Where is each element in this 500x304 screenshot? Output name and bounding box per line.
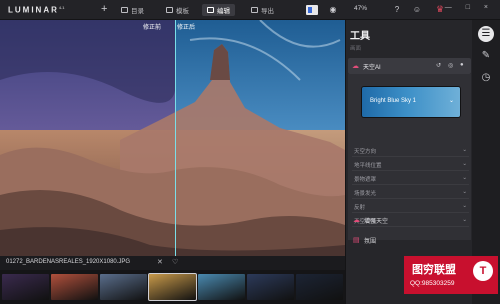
filmstrip-thumbnail[interactable] xyxy=(100,274,147,300)
watermark-banner: 图穷联盟 QQ:985303259 T xyxy=(404,256,498,294)
row-label: 反射 xyxy=(354,205,366,211)
sky-ai-tool-header[interactable]: ☁ 天空AI ↺ ◎ ● xyxy=(348,58,471,74)
edit-tab[interactable]: 编辑 xyxy=(202,4,235,16)
reject-icon[interactable]: ✕ xyxy=(157,258,163,266)
add-photos-button[interactable]: + xyxy=(101,3,107,15)
catalog-label: 目录 xyxy=(131,8,144,15)
sky-selection-dropdown[interactable]: Bright Blue Sky 1 ⌄ xyxy=(362,87,460,117)
help-icon[interactable]: ? xyxy=(392,5,402,15)
export-label: 导出 xyxy=(261,8,274,15)
before-after-divider[interactable] xyxy=(175,20,176,256)
filmstrip-thumbnail[interactable] xyxy=(198,274,245,300)
chevron-down-icon: ⌄ xyxy=(462,161,467,167)
panel-subtitle: 画面 xyxy=(350,46,362,52)
templates-button[interactable]: 模板 xyxy=(161,4,194,16)
history-icon[interactable]: ◷ xyxy=(478,70,494,86)
row-label: 场景发光 xyxy=(354,191,377,197)
filmstrip-thumbnail[interactable] xyxy=(51,274,98,300)
sliders-icon[interactable]: ☰ xyxy=(478,26,494,42)
panel-title: 工具 xyxy=(350,31,370,42)
brush-icon[interactable]: ✎ xyxy=(478,48,494,64)
tool-item-label: 增强天空 xyxy=(364,219,389,225)
catalog-icon xyxy=(121,7,128,13)
tool-item[interactable]: ☁ 增强天空 xyxy=(348,212,471,228)
catalog-button[interactable]: 目录 xyxy=(116,4,149,16)
tool-subsection-row[interactable]: 场景发光 ⌄ xyxy=(352,187,469,199)
edit-icon xyxy=(207,7,214,13)
watermark-title: 图穷联盟 xyxy=(412,264,456,276)
filmstrip-thumbnail[interactable] xyxy=(2,274,49,300)
zoom-level[interactable]: 47% xyxy=(354,5,367,12)
watermark-contact: QQ:985303259 xyxy=(410,280,455,287)
visibility-icon[interactable]: ◎ xyxy=(448,62,453,69)
export-button[interactable]: 导出 xyxy=(246,4,279,16)
tool-subsection-row[interactable]: 地平线位置 ⌄ xyxy=(352,159,469,171)
landscape-photo xyxy=(0,20,345,256)
before-label: 修正前 xyxy=(143,25,162,31)
watermark-seal: T xyxy=(473,261,493,281)
tool-icon: ☁ xyxy=(353,217,360,224)
after-label: 修正后 xyxy=(177,25,196,31)
top-bar: LUMINAR4.1 + 目录 模板 编辑 导出 ◉ 47% ? ☺ ♛ — □… xyxy=(0,0,500,20)
templates-label: 模板 xyxy=(176,8,189,15)
row-label: 景物遮罩 xyxy=(354,177,377,183)
compare-view-icon[interactable] xyxy=(306,5,318,15)
templates-icon xyxy=(166,7,173,13)
tool-subsection-row[interactable]: 景物遮罩 ⌄ xyxy=(352,173,469,185)
tool-icon: ▤ xyxy=(353,237,360,244)
account-icon[interactable]: ☺ xyxy=(412,5,422,15)
filmstrip-thumbnail[interactable] xyxy=(296,274,343,300)
file-name: 01272_BARDENASREALES_1920X1080.JPG xyxy=(6,259,131,265)
filmstrip xyxy=(0,270,345,304)
row-label: 天空方向 xyxy=(354,149,377,155)
chevron-down-icon: ⌄ xyxy=(462,147,467,153)
tool-item[interactable]: ▤ 氛围 xyxy=(348,232,471,248)
eye-icon[interactable]: ◉ xyxy=(328,5,338,15)
trophy-icon[interactable]: ♛ xyxy=(436,4,444,15)
chevron-down-icon: ⌄ xyxy=(462,175,467,181)
chevron-down-icon: ⌄ xyxy=(462,189,467,195)
tool-item-label: 氛围 xyxy=(364,239,377,245)
cloud-icon: ☁ xyxy=(352,63,359,70)
app-logo: LUMINAR4.1 xyxy=(8,5,65,15)
photo-canvas[interactable] xyxy=(0,20,345,256)
filmstrip-thumbnail[interactable] xyxy=(247,274,294,300)
edit-label: 编辑 xyxy=(217,8,230,15)
filmstrip-thumbnail[interactable] xyxy=(148,273,197,301)
toggle-icon[interactable]: ● xyxy=(460,62,464,68)
window-controls[interactable]: — □ × xyxy=(445,4,494,11)
export-icon xyxy=(251,7,258,13)
chevron-down-icon: ⌄ xyxy=(448,98,454,104)
tool-name: 天空AI xyxy=(363,65,381,71)
file-info-bar: 01272_BARDENASREALES_1920X1080.JPG ✕ ♡ xyxy=(0,256,345,270)
sky-selection-label: Bright Blue Sky 1 xyxy=(370,98,417,104)
chevron-down-icon: ⌄ xyxy=(462,203,467,209)
row-label: 地平线位置 xyxy=(354,163,382,169)
reset-icon[interactable]: ↺ xyxy=(436,62,441,69)
tool-subsection-row[interactable]: 天空方向 ⌄ xyxy=(352,145,469,157)
favorite-icon[interactable]: ♡ xyxy=(172,258,178,266)
